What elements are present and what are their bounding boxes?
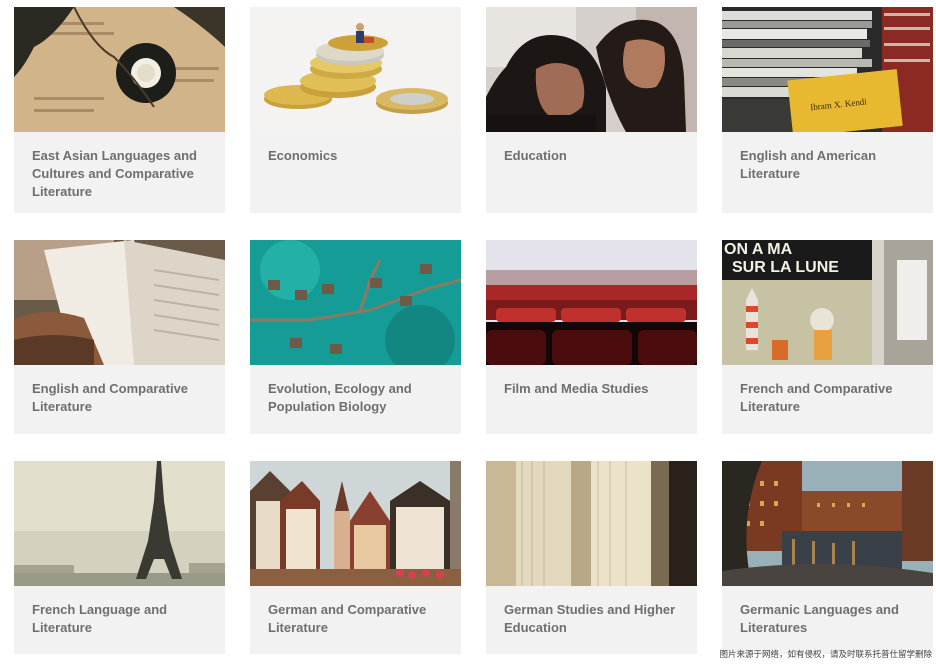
- program-title: English and Comparative Literature: [32, 381, 189, 414]
- program-image-tea: [14, 7, 225, 132]
- program-title: Germanic Languages and Literatures: [740, 602, 899, 635]
- program-card-education[interactable]: Education: [486, 7, 697, 213]
- program-card-french-comparative[interactable]: ON A MA SUR LA LUNE French and Comparati…: [722, 240, 933, 434]
- program-title: East Asian Languages and Cultures and Co…: [32, 148, 197, 199]
- program-image-open-book: [14, 240, 225, 365]
- program-title: German and Comparative Literature: [268, 602, 427, 635]
- watermark-text: 图片来源于网络，如有侵权，请及时联系托普仕留学删除: [719, 650, 932, 660]
- program-image-coins: [250, 7, 461, 132]
- program-image-pages: [486, 461, 697, 586]
- program-title: German Studies and Higher Education: [504, 602, 676, 635]
- program-card-evolution[interactable]: Evolution, Ecology and Population Biolog…: [250, 240, 461, 434]
- program-grid: East Asian Languages and Cultures and Co…: [14, 7, 933, 654]
- program-card-east-asian[interactable]: East Asian Languages and Cultures and Co…: [14, 7, 225, 213]
- program-title: French Language and Literature: [32, 602, 168, 635]
- program-card-economics[interactable]: Economics: [250, 7, 461, 213]
- program-title: Education: [504, 148, 567, 163]
- program-card-english-comparative[interactable]: English and Comparative Literature: [14, 240, 225, 434]
- program-image-old-town: [250, 461, 461, 586]
- program-image-books-stack: Ibram X. Kendi: [722, 7, 933, 132]
- program-image-eiffel: [14, 461, 225, 586]
- program-card-german-comparative[interactable]: German and Comparative Literature: [250, 461, 461, 654]
- program-image-comic-poster: ON A MA SUR LA LUNE: [722, 240, 933, 365]
- program-title: French and Comparative Literature: [740, 381, 893, 414]
- program-card-english-american[interactable]: Ibram X. Kendi English and American Lite…: [722, 7, 933, 213]
- program-image-canal: [722, 461, 933, 586]
- program-image-cinema: [486, 240, 697, 365]
- svg-text:ON A MA: ON A MA: [724, 241, 793, 258]
- program-image-students: [486, 7, 697, 132]
- program-title: Evolution, Ecology and Population Biolog…: [268, 381, 412, 414]
- program-card-german-studies[interactable]: German Studies and Higher Education: [486, 461, 697, 654]
- program-image-bungalows: [250, 240, 461, 365]
- program-card-germanic[interactable]: Germanic Languages and Literatures: [722, 461, 933, 654]
- program-title: Economics: [268, 148, 338, 163]
- program-card-french-language[interactable]: French Language and Literature: [14, 461, 225, 654]
- svg-text:SUR LA LUNE: SUR LA LUNE: [732, 259, 839, 276]
- program-title: Film and Media Studies: [504, 381, 649, 396]
- program-title: English and American Literature: [740, 148, 877, 181]
- program-card-film-media[interactable]: Film and Media Studies: [486, 240, 697, 434]
